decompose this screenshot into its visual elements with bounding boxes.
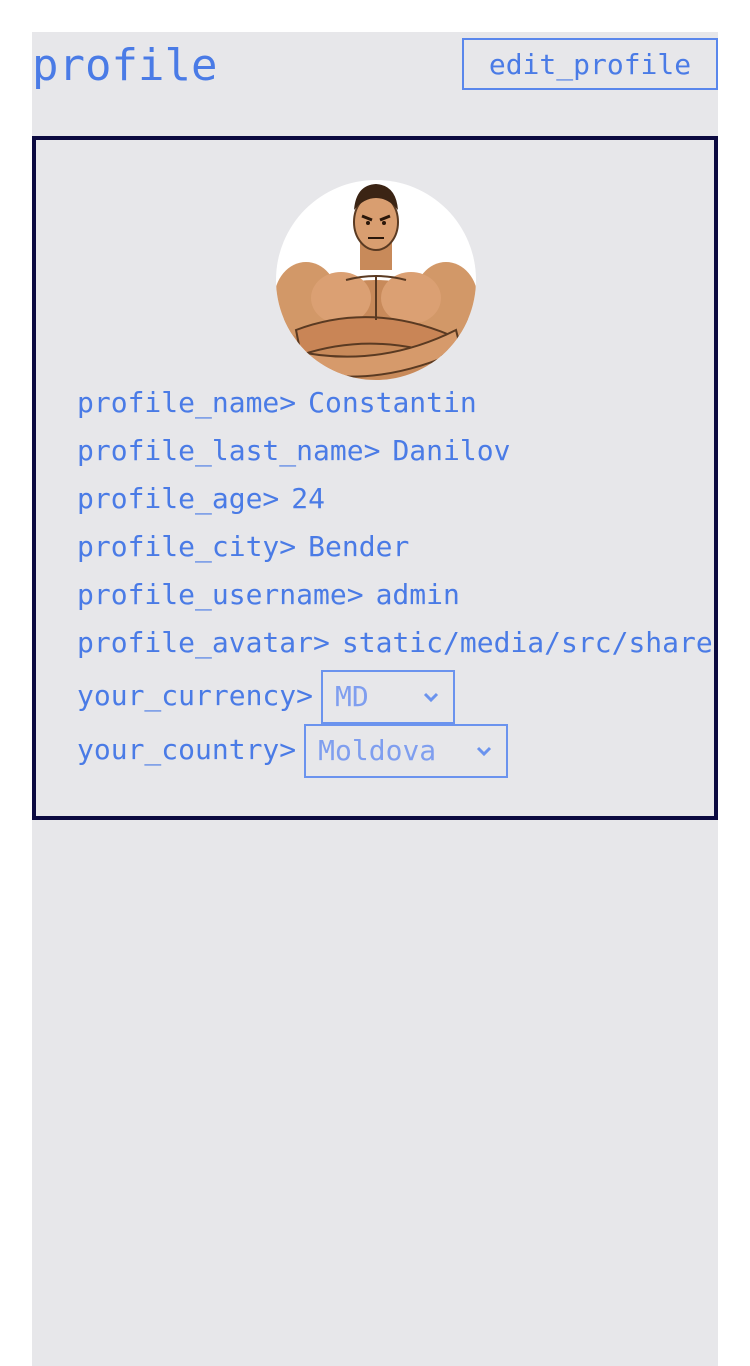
chevron-down-icon <box>423 692 439 703</box>
field-profile-username: profile_username> admin <box>77 577 460 613</box>
edit-profile-button[interactable]: edit_profile <box>462 38 718 90</box>
field-value: Danilov <box>392 434 511 467</box>
field-value: Constantin <box>308 386 477 419</box>
field-label: profile_name> <box>77 386 297 419</box>
field-label: profile_age> <box>77 482 280 515</box>
field-value: static/media/src/shared/images/avatar.jp… <box>341 626 714 659</box>
avatar-image <box>276 184 476 380</box>
page-title: profile <box>32 40 218 91</box>
field-profile-city: profile_city> Bender <box>77 529 409 565</box>
field-profile-name: profile_name> Constantin <box>77 385 477 421</box>
country-row: your_country> Moldova <box>77 724 509 778</box>
country-selected-value: Moldova <box>318 734 437 767</box>
country-label: your_country> <box>77 733 297 766</box>
field-profile-last-name: profile_last_name> Danilov <box>77 433 510 469</box>
currency-selected-value: MD <box>335 680 369 713</box>
avatar <box>276 180 476 380</box>
field-label: profile_last_name> <box>77 434 381 467</box>
field-label: profile_city> <box>77 530 297 563</box>
currency-select[interactable]: MD <box>321 670 456 724</box>
field-value: Bender <box>308 530 410 563</box>
field-profile-avatar: profile_avatar> static/media/src/shared/i… <box>77 625 714 661</box>
field-value: admin <box>375 578 460 611</box>
country-select[interactable]: Moldova <box>304 724 509 778</box>
profile-page: profile edit_profile profile_name> Const… <box>32 32 718 1366</box>
chevron-down-icon <box>477 746 492 757</box>
field-label: profile_avatar> <box>77 626 330 659</box>
field-value: 24 <box>291 482 326 515</box>
field-label: profile_username> <box>77 578 364 611</box>
currency-label: your_currency> <box>77 679 314 712</box>
field-profile-age: profile_age> 24 <box>77 481 325 517</box>
currency-row: your_currency> MD <box>77 670 456 724</box>
profile-card: profile_name> Constantin profile_last_nam… <box>32 136 718 820</box>
